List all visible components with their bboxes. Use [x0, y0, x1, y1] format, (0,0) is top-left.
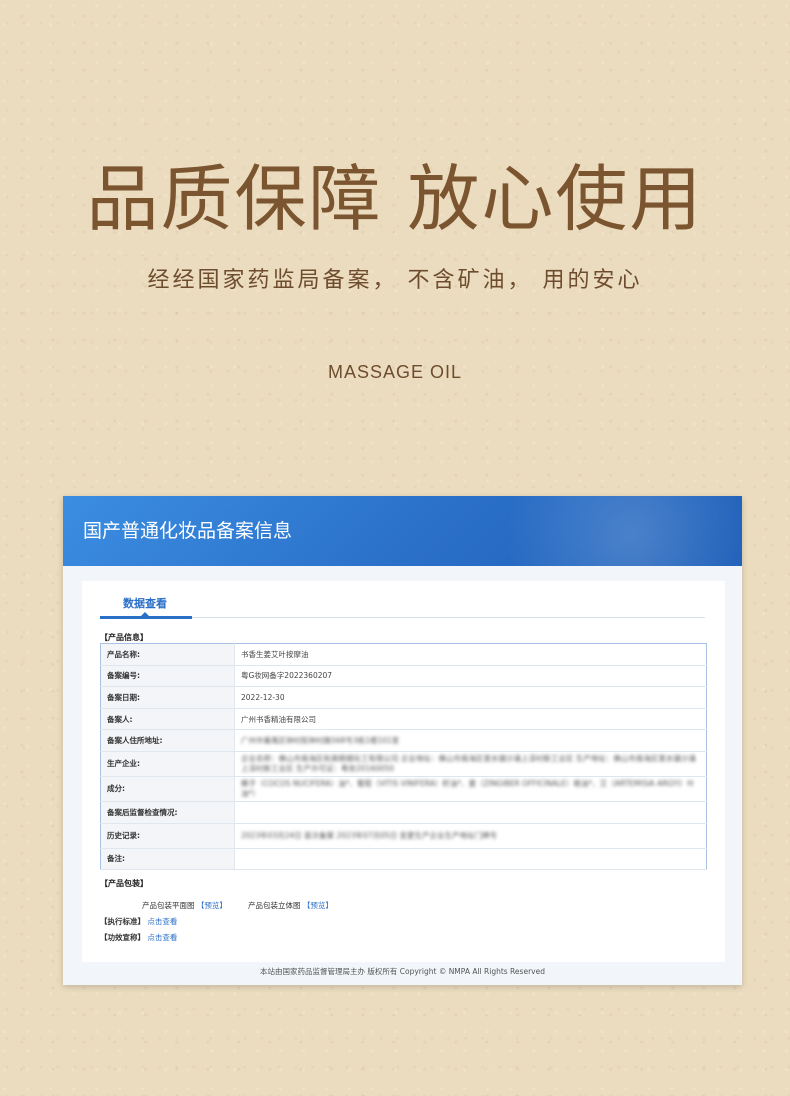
pack-flat: 产品包装平面图 【预览】 — [142, 900, 227, 911]
standard-label: 【执行标准】 — [100, 917, 145, 926]
standard-view-link[interactable]: 点击查看 — [147, 917, 177, 926]
efficacy-row: 【功效宣称】 点击查看 — [100, 932, 177, 943]
table-row: 生产企业: 企业名称：佛山市南海区和美精细化工有限公司 企业地址：佛山市南海区里… — [100, 751, 707, 777]
hero-english-label: MASSAGE OIL — [327, 362, 463, 382]
efficacy-view-link[interactable]: 点击查看 — [147, 933, 177, 942]
section-product-info: 【产品信息】 — [100, 633, 148, 642]
card-footer: 本站由国家药品监督管理局主办 版权所有 Copyright © NMPA All… — [260, 967, 545, 976]
table-row: 备案后监督检查情况: — [100, 801, 707, 824]
table-row: 产品名称: 书香生姜艾叶按摩油 — [100, 643, 707, 666]
table-row: 备案人住所地址: 广州市番禺区钟村街钟村路568号3栋1楼101室 — [100, 729, 707, 752]
row-label: 生产企业: — [100, 751, 235, 777]
row-value-blurred: 广州市番禺区钟村街钟村路568号3栋1楼101室 — [241, 735, 400, 745]
card-header: 国产普通化妆品备案信息 — [63, 496, 742, 566]
row-value: 粤G妆网备字2022360207 — [234, 665, 707, 688]
row-label: 备案人住所地址: — [100, 729, 235, 752]
row-value: 书香生姜艾叶按摩油 — [234, 643, 707, 666]
hero-subtitle: 经经国家药监局备案， 不含矿油， 用的安心 — [147, 268, 643, 293]
table-row: 备案人: 广州书香精油有限公司 — [100, 708, 707, 731]
efficacy-label: 【功效宣称】 — [100, 933, 145, 942]
registration-card: 国产普通化妆品备案信息 数据查看 【产品信息】 产品名称: 书香生姜艾叶按摩油 … — [63, 496, 742, 985]
card-title: 国产普通化妆品备案信息 — [83, 520, 293, 542]
row-label: 备案后监督检查情况: — [100, 801, 235, 824]
table-row: 历史记录: 2023年03月24日 首次备案 2023年07月05日 变更生产企… — [100, 823, 707, 849]
pack-3d-preview-link[interactable]: 【预览】 — [303, 901, 333, 910]
row-value-blurred: 企业名称：佛山市南海区和美精细化工有限公司 企业地址：佛山市南海区里水镇沙涌上淳… — [241, 753, 696, 773]
table-row: 备案编号: 粤G妆网备字2022360207 — [100, 665, 707, 688]
row-value — [234, 848, 707, 871]
row-value-blurred: 2023年03月24日 首次备案 2023年07月05日 变更生产企业生产地址门… — [241, 830, 497, 840]
row-label: 历史记录: — [100, 823, 235, 849]
row-label: 备注: — [100, 848, 235, 871]
tab-active-indicator — [100, 616, 192, 619]
section-packaging: 【产品包装】 — [100, 879, 148, 888]
table-row: 备案日期: 2022-12-30 — [100, 686, 707, 709]
pack-flat-label: 产品包装平面图 — [142, 901, 195, 910]
row-value-blurred: 椰子（COCOS NUCIFERA）油*、葡萄（VITIS VINIFERA）籽… — [241, 778, 695, 798]
hero-title: 品质保障 放心使用 — [86, 157, 704, 241]
row-label: 备案人: — [100, 708, 235, 731]
tab-caret-icon — [141, 612, 149, 616]
pack-flat-preview-link[interactable]: 【预览】 — [197, 901, 227, 910]
standard-row: 【执行标准】 点击查看 — [100, 916, 177, 927]
row-value: 2022-12-30 — [234, 686, 707, 709]
row-label: 备案编号: — [100, 665, 235, 688]
table-row: 成分: 椰子（COCOS NUCIFERA）油*、葡萄（VITIS VINIFE… — [100, 776, 707, 802]
row-value — [234, 801, 707, 824]
product-info-table: 产品名称: 书香生姜艾叶按摩油 备案编号: 粤G妆网备字2022360207 备… — [100, 643, 707, 871]
table-row: 备注: — [100, 848, 707, 871]
pack-3d-label: 产品包装立体图 — [248, 901, 301, 910]
row-label: 产品名称: — [100, 643, 235, 666]
row-label: 成分: — [100, 776, 235, 802]
pack-3d: 产品包装立体图 【预览】 — [248, 900, 333, 911]
row-label: 备案日期: — [100, 686, 235, 709]
card-content: 数据查看 【产品信息】 产品名称: 书香生姜艾叶按摩油 备案编号: 粤G妆网备字… — [82, 581, 725, 962]
row-value: 广州书香精油有限公司 — [234, 708, 707, 731]
